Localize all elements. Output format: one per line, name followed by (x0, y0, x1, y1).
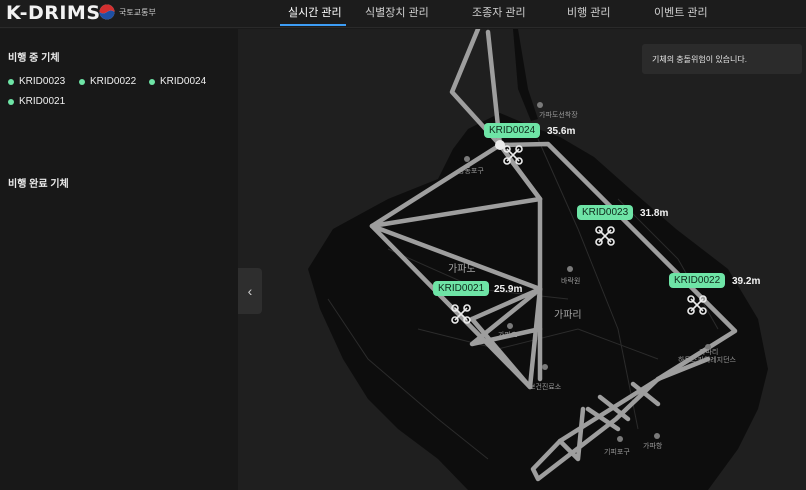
nav-realtime[interactable]: 실시간 관리 (288, 4, 342, 20)
map-label: 하트스카이레지던스 (678, 357, 736, 364)
map-label: 가파도 (448, 264, 476, 275)
sidebar-drone-item[interactable]: KRID0021 (8, 96, 65, 107)
ministry-name: 국토교통부 (119, 7, 156, 17)
drone-sidebar: 비행 중 기체 KRID0023 KRID0022 KRID0024 KRID0… (0, 29, 238, 490)
altitude-label: 35.6m (547, 126, 576, 137)
map-label: 가파초 (498, 332, 518, 339)
status-dot (149, 78, 155, 85)
brand-logo[interactable]: K-DRIMS (6, 2, 101, 24)
top-navigation-bar: K-DRIMS 국토교통부 실시간 관리 식별장치 관리 조종자 관리 비행 관… (0, 0, 806, 28)
map-canvas (308, 29, 768, 490)
flying-section-title: 비행 중 기체 (8, 53, 60, 64)
map-label: 보건진료소 (529, 384, 562, 391)
drone-tag[interactable]: KRID0024 (484, 123, 541, 138)
chevron-left-icon: ‹ (247, 283, 253, 299)
drone-tag[interactable]: KRID0022 (669, 273, 726, 288)
route-waypoint (495, 140, 505, 150)
drone-id: KRID0022 (90, 76, 137, 87)
pier (513, 29, 538, 121)
altitude-label: 31.8m (640, 208, 669, 219)
nav-pilot[interactable]: 조종자 관리 (472, 4, 526, 20)
map-label: 기피포구 (604, 449, 630, 456)
drone-id: KRID0024 (160, 76, 207, 87)
completed-section-title: 비행 완료 기체 (8, 179, 69, 190)
sidebar-drone-item[interactable]: KRID0023 (8, 76, 65, 87)
map-label: 가파항 (643, 443, 663, 450)
map-label: 바락원 (561, 278, 581, 285)
drone-tag[interactable]: KRID0021 (433, 281, 490, 296)
status-dot (8, 98, 14, 105)
nav-flight[interactable]: 비행 관리 (567, 4, 611, 20)
nav-device[interactable]: 식별장치 관리 (365, 4, 429, 20)
status-dot (8, 78, 14, 85)
sidebar-drone-item[interactable]: KRID0024 (149, 76, 206, 87)
nav-event[interactable]: 이벤트 관리 (654, 4, 708, 20)
sidebar-drone-item[interactable]: KRID0022 (79, 76, 136, 87)
drone-id: KRID0021 (19, 96, 66, 107)
sidebar-collapse-button[interactable]: ‹ (238, 268, 262, 314)
status-dot (79, 78, 85, 85)
ministry-badge: 국토교통부 (99, 4, 156, 20)
drone-tag[interactable]: KRID0023 (577, 205, 634, 220)
collision-warning-toast[interactable]: 기체의 충돌위험이 있습니다. (642, 44, 802, 74)
map-label: 가파리 (554, 310, 582, 321)
altitude-label: 39.2m (732, 276, 761, 287)
drone-id: KRID0023 (19, 76, 66, 87)
map-view[interactable]: 가파도선착장 상동포구 가파도 바락원 가파리 가파초 보건진료소 가파리 하트… (238, 29, 806, 490)
nav-active-indicator (280, 24, 346, 26)
government-emblem-icon (99, 4, 115, 20)
altitude-label: 25.9m (494, 284, 523, 295)
map-label: 가파도선착장 (539, 112, 578, 119)
map-label: 상동포구 (458, 168, 484, 175)
